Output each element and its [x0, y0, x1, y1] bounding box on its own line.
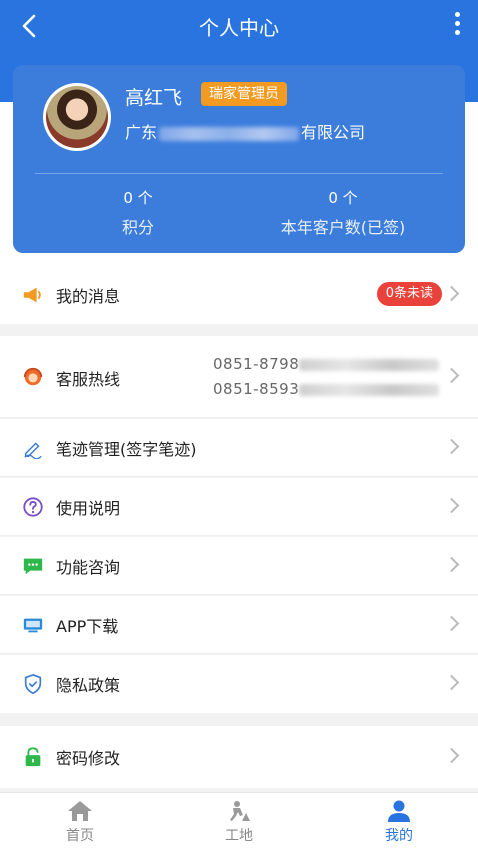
- role-badge: 瑞家管理员: [201, 82, 287, 106]
- megaphone-icon: [23, 287, 41, 303]
- menu-item-manual[interactable]: 使用说明: [0, 478, 478, 536]
- company-name: 广东 有限公司: [125, 119, 365, 143]
- help-circle-icon: [23, 497, 43, 517]
- tab-label: 工地: [225, 828, 253, 844]
- bottom-tab-bar: 首页 工地 我的: [0, 792, 478, 850]
- home-icon: [68, 801, 92, 821]
- app-download-icon: [23, 618, 43, 633]
- stat-customers-value: 0 个: [328, 189, 358, 207]
- menu-item-privacy[interactable]: 隐私政策: [0, 655, 478, 713]
- menu-item-messages[interactable]: 我的消息 0条未读: [0, 266, 478, 324]
- menu-item-label: 客服热线: [56, 370, 121, 389]
- company-suffix: 有限公司: [301, 123, 366, 142]
- chevron-right-icon: [446, 497, 458, 517]
- customer-service-icon: [23, 367, 43, 386]
- unread-badge: 0条未读: [376, 282, 442, 306]
- page-title: 个人中心: [199, 16, 279, 40]
- menu-item-password[interactable]: 密码修改: [0, 726, 478, 788]
- divider: [0, 476, 478, 477]
- shield-icon: [24, 673, 42, 695]
- divider: [0, 594, 478, 595]
- tab-home[interactable]: 首页: [20, 799, 140, 845]
- stat-points-value: 0 个: [123, 189, 153, 207]
- user-name: 高红飞: [125, 87, 183, 109]
- tab-label: 我的: [385, 828, 413, 844]
- hotline-phone-1[interactable]: 0851-8798: [213, 352, 440, 377]
- menu-item-label: 隐私政策: [56, 676, 121, 695]
- menu-item-app-download[interactable]: APP下载: [0, 596, 478, 654]
- phone-redacted: [299, 358, 440, 371]
- more-menu-icon[interactable]: [452, 12, 462, 40]
- menu-item-signature[interactable]: 笔迹管理(签字笔迹): [0, 419, 478, 477]
- chevron-right-icon: [446, 615, 458, 635]
- pen-icon: [24, 442, 42, 459]
- menu-item-label: APP下载: [56, 617, 119, 636]
- chevron-right-icon: [446, 747, 458, 767]
- top-bar: 个人中心: [0, 0, 478, 52]
- hotline-phone-2[interactable]: 0851-8593: [213, 377, 440, 402]
- company-prefix: 广东: [125, 123, 158, 142]
- phone-redacted: [299, 383, 440, 396]
- menu-item-label: 笔迹管理(签字笔迹): [56, 440, 197, 459]
- menu-item-label: 密码修改: [56, 749, 121, 768]
- chat-bubble-icon: [23, 558, 43, 575]
- company-redacted: [159, 126, 300, 141]
- hotline-numbers[interactable]: 0851-8798 0851-8593: [213, 352, 440, 402]
- tab-construction-site[interactable]: 工地: [179, 799, 299, 845]
- chevron-right-icon: [446, 674, 458, 694]
- stat-points-label: 积分: [121, 218, 154, 237]
- chevron-right-icon: [446, 367, 458, 387]
- chevron-right-icon: [446, 438, 458, 458]
- card-divider: [35, 173, 443, 174]
- tab-label: 首页: [66, 828, 94, 844]
- menu-item-consult[interactable]: 功能咨询: [0, 537, 478, 595]
- stat-customers-label: 本年客户数(已签): [280, 218, 406, 237]
- menu-item-hotline[interactable]: 客服热线 0851-8798 0851-8593: [0, 336, 478, 418]
- stat-customers[interactable]: 0 个 本年客户数(已签): [263, 187, 423, 238]
- chevron-right-icon: [446, 556, 458, 576]
- avatar[interactable]: [43, 83, 111, 151]
- menu-item-label: 使用说明: [56, 499, 121, 518]
- stat-points[interactable]: 0 个 积分: [93, 187, 183, 238]
- tab-mine[interactable]: 我的: [339, 799, 459, 845]
- construction-worker-icon: [230, 801, 250, 821]
- profile-card: 高红飞 瑞家管理员 广东 有限公司 0 个 积分 0 个 本年客户数(已签): [13, 65, 465, 253]
- menu-item-label: 我的消息: [56, 287, 121, 306]
- chevron-right-icon: [446, 285, 458, 305]
- divider: [0, 535, 478, 536]
- user-icon: [388, 800, 410, 822]
- menu-item-label: 功能咨询: [56, 558, 121, 577]
- lock-icon: [25, 747, 41, 767]
- avatar-image: [46, 86, 108, 148]
- divider: [0, 417, 478, 418]
- divider: [0, 653, 478, 654]
